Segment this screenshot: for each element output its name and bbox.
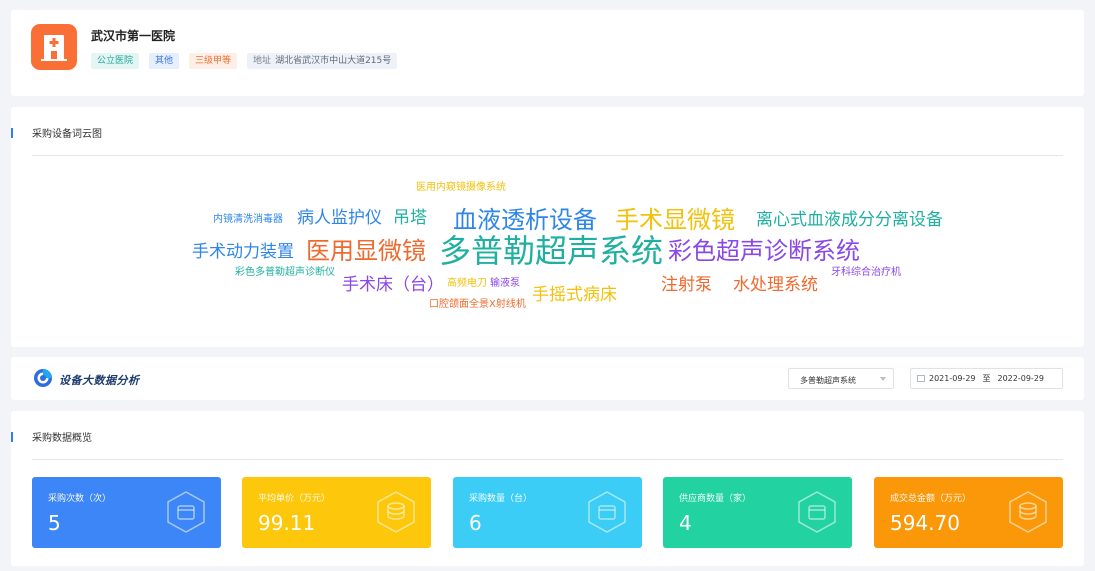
- date-range-picker[interactable]: 2021-09-29 至 2022-09-29: [910, 368, 1063, 389]
- wordcloud-word: 手术显微镜: [615, 206, 735, 234]
- section-marker: [11, 127, 13, 138]
- divider: [32, 155, 1063, 156]
- stat-value: 4: [679, 511, 692, 535]
- stat-value: 594.70: [890, 511, 960, 535]
- calendar-icon: [917, 375, 925, 382]
- wordcloud-word: 手摇式病床: [532, 285, 617, 305]
- stat-label: 平均单价（万元）: [258, 494, 331, 504]
- wordcloud-word: 离心式血液成分分离设备: [756, 210, 943, 230]
- hospital-name: 武汉市第一医院: [91, 29, 176, 43]
- coins-icon: [375, 490, 417, 534]
- wordcloud-word: 彩色多普勒超声诊断仪: [235, 267, 335, 278]
- stat-label: 成交总金额（万元）: [890, 494, 972, 504]
- wordcloud-word: 注射泵: [661, 275, 712, 295]
- bigdata-title: 设备大数据分析: [59, 374, 140, 387]
- wordcloud-word: 高频电刀: [447, 278, 487, 289]
- wallet-icon: [165, 490, 207, 534]
- wallet-icon: [796, 490, 838, 534]
- wordcloud-word: 多普勒超声系统: [439, 232, 664, 270]
- tag-hospital-grade: 三级甲等: [189, 53, 238, 69]
- date-end: 2022-09-29: [997, 374, 1045, 383]
- divider: [32, 459, 1063, 460]
- stat-label: 采购数量（台）: [469, 494, 533, 504]
- date-separator: 至: [982, 374, 991, 383]
- tag-hospital-type: 公立医院: [91, 53, 140, 69]
- wordcloud-word: 水处理系统: [733, 275, 818, 295]
- wordcloud-word: 血液透析设备: [453, 206, 597, 234]
- wordcloud-word: 牙科综合治疗机: [831, 267, 901, 278]
- address-value: 湖北省武汉市中山大道215号: [275, 56, 392, 66]
- wordcloud-word: 医用显微镜: [306, 237, 426, 265]
- wordcloud-card: 采购设备词云图 医用内窥镜摄像系统内镜清洗消毒器 病人监护仪 吊塔 血液透析设备 手术显…: [11, 107, 1084, 347]
- date-start: 2021-09-29: [929, 374, 976, 383]
- stat-card: 成交总金额（万元） 594.70: [874, 477, 1063, 548]
- section-marker: [11, 431, 13, 442]
- stat-card: 平均单价（万元） 99.11: [242, 477, 431, 548]
- wordcloud-word: 吊塔: [393, 208, 427, 228]
- bigdata-logo-icon: [34, 369, 52, 387]
- wallet-icon: [586, 490, 628, 534]
- overview-card: 采购数据概览 采购次数（次） 5 平均单价（万元） 99.11 采购数量（台） 6 供应商数…: [11, 411, 1084, 566]
- wordcloud-word: 病人监护仪: [297, 208, 382, 228]
- stat-label: 供应商数量（家）: [679, 494, 752, 504]
- wordcloud-word: 医用内窥镜摄像系统: [416, 182, 506, 193]
- bigdata-bar: 设备大数据分析 多普勒超声系统 2021-09-29 至 2022-09-29: [11, 357, 1084, 400]
- chevron-down-icon: [880, 377, 886, 381]
- stat-value: 6: [469, 511, 482, 535]
- stat-value: 5: [48, 511, 61, 535]
- tag-address: 地址 湖北省武汉市中山大道215号: [247, 53, 398, 69]
- wordcloud-title: 采购设备词云图: [32, 129, 102, 140]
- device-select-value: 多普勒超声系统: [800, 376, 856, 385]
- wordcloud-word: 输液泵: [490, 278, 520, 289]
- wordcloud-word: 内镜清洗消毒器: [213, 214, 283, 225]
- stat-card: 采购次数（次） 5: [32, 477, 221, 548]
- wordcloud-word: 彩色超声诊断系统: [668, 237, 860, 265]
- address-label: 地址: [253, 56, 272, 66]
- wordcloud-word: 手术床（台）: [342, 275, 444, 295]
- hospital-card: 武汉市第一医院 公立医院 其他 三级甲等 地址 湖北省武汉市中山大道215号: [11, 10, 1084, 96]
- stat-label: 采购次数（次）: [48, 494, 112, 504]
- stat-card: 采购数量（台） 6: [453, 477, 642, 548]
- hospital-logo-icon: [31, 24, 77, 70]
- stat-value: 99.11: [258, 511, 316, 535]
- tag-category: 其他: [149, 53, 180, 69]
- wordcloud-word: 口腔颌面全景X射线机: [429, 299, 526, 310]
- wordcloud-word: 手术动力装置: [192, 242, 294, 262]
- device-select[interactable]: 多普勒超声系统: [788, 368, 894, 389]
- stat-card: 供应商数量（家） 4: [663, 477, 852, 548]
- coins-icon: [1007, 490, 1049, 534]
- overview-title: 采购数据概览: [32, 433, 92, 444]
